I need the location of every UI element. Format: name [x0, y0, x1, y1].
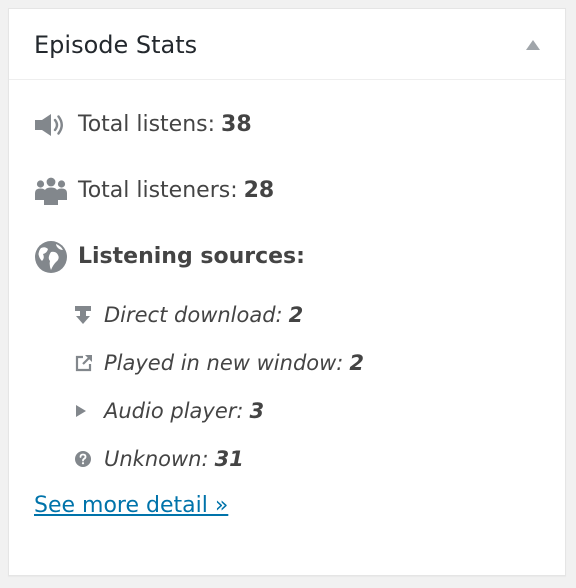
- unknown-value: 31: [214, 447, 244, 471]
- widget-header: Episode Stats: [9, 9, 565, 80]
- total-listeners-row: Total listeners: 28: [34, 175, 274, 207]
- listening-sources-row: Listening sources:: [34, 241, 305, 273]
- list-item-direct-download: Direct download: 2: [74, 291, 364, 339]
- globe-icon: [34, 241, 70, 273]
- new-window-label: Played in new window:: [104, 351, 344, 375]
- question-icon: [74, 447, 104, 471]
- total-listens-value: 38: [221, 112, 252, 137]
- list-item-unknown: Unknown: 31: [74, 435, 364, 483]
- group-icon: [34, 175, 70, 207]
- triangle-up-icon: [526, 40, 540, 50]
- audio-player-value: 3: [249, 399, 265, 423]
- listening-sources-heading: Listening sources:: [78, 244, 305, 269]
- play-icon: [74, 399, 104, 423]
- widget-title: Episode Stats: [34, 31, 198, 59]
- external-link-icon: [74, 351, 104, 375]
- new-window-value: 2: [349, 351, 364, 375]
- unknown-label: Unknown:: [104, 447, 209, 471]
- episode-stats-widget: Episode Stats Total listens: 38 Total li…: [8, 8, 566, 576]
- total-listens-row: Total listens: 38: [34, 109, 252, 141]
- collapse-toggle-button[interactable]: [519, 33, 547, 57]
- see-more-detail-link[interactable]: See more detail »: [34, 491, 228, 521]
- direct-download-value: 2: [288, 303, 304, 327]
- total-listens-label: Total listens:: [78, 112, 216, 137]
- download-icon: [74, 303, 104, 327]
- speaker-icon: [34, 109, 70, 141]
- list-item-new-window: Played in new window: 2: [74, 339, 364, 387]
- direct-download-label: Direct download:: [104, 303, 283, 327]
- total-listeners-label: Total listeners:: [78, 178, 238, 203]
- listening-sources-list: Direct download: 2 Played in new window:…: [74, 291, 364, 483]
- audio-player-label: Audio player:: [104, 399, 244, 423]
- list-item-audio-player: Audio player: 3: [74, 387, 364, 435]
- total-listeners-value: 28: [243, 178, 275, 203]
